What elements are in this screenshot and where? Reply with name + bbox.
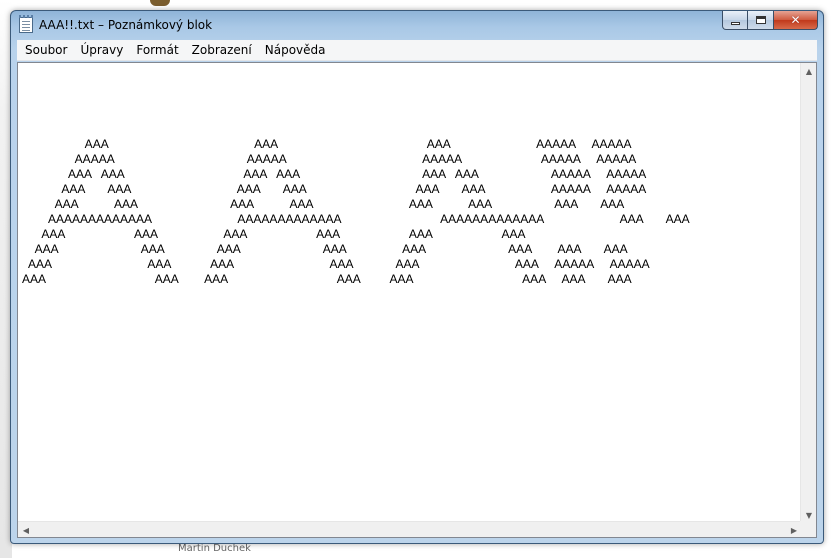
text-area[interactable]: AAA AAA AAA AAAAA AAAAA AAAAA AAAAA AAAA… (18, 63, 802, 523)
editor[interactable]: AAA AAA AAA AAAAA AAAAA AAAAA AAAAA AAAA… (17, 62, 817, 538)
title-bar[interactable]: AAA!!.txt – Poznámkový blok ✕ (11, 11, 823, 39)
menu-format[interactable]: Formát (130, 41, 184, 59)
notepad-window: AAA!!.txt – Poznámkový blok ✕ Soubor Úpr… (10, 10, 824, 544)
menu-file[interactable]: Soubor (19, 41, 73, 59)
desktop-label: Martin Duchek (178, 543, 251, 554)
maximize-icon (755, 16, 766, 24)
window-title: AAA!!.txt – Poznámkový blok (39, 18, 213, 32)
text-line: AAA AAA AAA AAA AAA AAA AAA AAA (22, 197, 625, 211)
minimize-icon (730, 21, 740, 25)
desktop-decoration (150, 0, 170, 6)
text-line: AAA AAA AAA AAA AAA AAA (22, 227, 526, 241)
scroll-left-icon[interactable]: ◀ (18, 522, 34, 538)
window-controls: ✕ (722, 11, 818, 31)
menu-bar: Soubor Úpravy Formát Zobrazení Nápověda (17, 40, 817, 61)
menu-help[interactable]: Nápověda (259, 41, 332, 59)
close-button[interactable]: ✕ (774, 11, 818, 30)
horizontal-scrollbar[interactable]: ◀ ▶ (18, 521, 802, 537)
text-line: AAAAA AAAAA AAAAA AAAAA AAAAA (22, 152, 637, 166)
maximize-button[interactable] (748, 11, 774, 30)
text-line: AAA AAA AAA AAA AAA AAA AAA AAA (22, 272, 632, 286)
vertical-scrollbar[interactable]: ▲ ▼ (800, 63, 816, 523)
text-line: AAA AAA AAA AAA AAA AAA AAAAA AAAAA (22, 182, 647, 196)
text-line: AAA AAA AAA AAA AAA AAA AAAAA AAAAA (22, 257, 650, 271)
scroll-up-icon[interactable]: ▲ (801, 63, 817, 79)
minimize-button[interactable] (722, 11, 748, 30)
text-line: AAA AAA AAA AAA AAA AAA AAA AAA (22, 242, 628, 256)
text-line: AAA AAA AAA AAA AAA AAA AAAAA AAAAA (22, 167, 647, 181)
text-line: AAAAAAAAAAAAA AAAAAAAAAAAAA AAAAAAAAAAAA… (22, 212, 690, 226)
notepad-icon[interactable] (19, 15, 33, 33)
text-line: AAA AAA AAA AAAAA AAAAA (22, 137, 632, 151)
menu-edit[interactable]: Úpravy (74, 41, 129, 59)
scrollbar-corner (800, 521, 816, 537)
menu-view[interactable]: Zobrazení (186, 41, 258, 59)
close-icon: ✕ (790, 13, 801, 27)
